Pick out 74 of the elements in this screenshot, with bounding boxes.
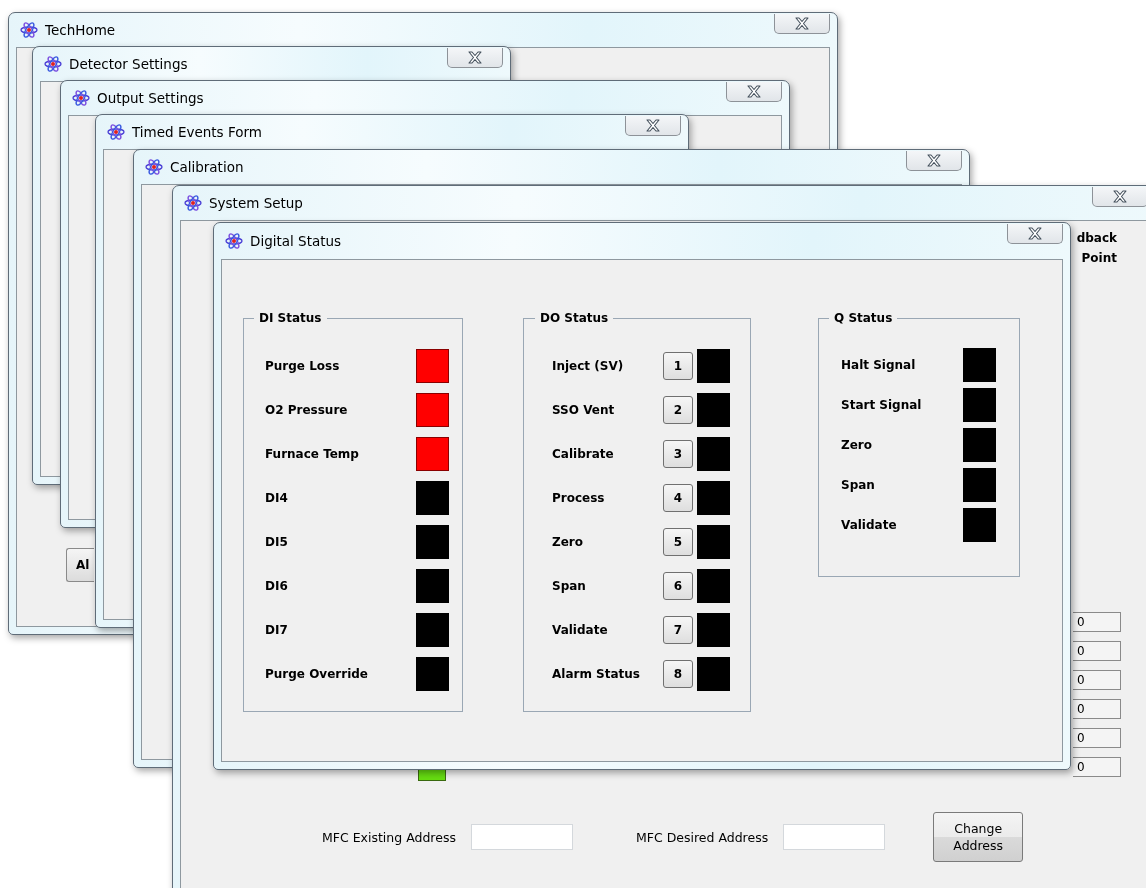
signal-label: Purge Override [265, 667, 369, 681]
window-title: TechHome [45, 22, 116, 38]
signal-label: Span [841, 478, 876, 492]
close-icon [1112, 190, 1128, 203]
output-button[interactable]: 4 [663, 484, 693, 512]
close-button[interactable] [774, 14, 830, 34]
group-title: DI Status [258, 311, 323, 325]
signal-label: DI7 [265, 623, 289, 637]
close-button[interactable] [726, 82, 782, 102]
signal-label: Alarm Status [552, 667, 641, 681]
group-title: DO Status [539, 311, 610, 325]
atom-icon [107, 123, 125, 141]
output-button[interactable]: 2 [663, 396, 693, 424]
signal-label: O2 Pressure [265, 403, 349, 417]
close-icon [794, 17, 810, 30]
atom-icon [72, 89, 90, 107]
signal-label: Validate [841, 518, 898, 532]
signal-label: Halt Signal [841, 358, 917, 372]
column-header: dback [1076, 230, 1117, 247]
close-icon [1027, 227, 1043, 240]
value-field[interactable]: 0 [1073, 612, 1121, 632]
close-icon [746, 85, 762, 98]
output-button[interactable]: 3 [663, 440, 693, 468]
signal-label: Process [552, 491, 606, 505]
atom-icon [145, 158, 163, 176]
close-icon [645, 119, 661, 132]
output-button[interactable]: 8 [663, 660, 693, 688]
push-button[interactable]: Al [66, 548, 94, 582]
close-button[interactable] [1092, 187, 1146, 207]
atom-icon [20, 21, 38, 39]
signal-label: Validate [552, 623, 609, 637]
output-button[interactable]: 6 [663, 572, 693, 600]
signal-label: Zero [841, 438, 873, 452]
window-title: Timed Events Form [132, 124, 262, 140]
close-button[interactable] [625, 116, 681, 136]
window-title: Output Settings [97, 90, 204, 106]
output-button[interactable]: 5 [663, 528, 693, 556]
signal-label: DI4 [265, 491, 289, 505]
value-field[interactable]: 0 [1073, 699, 1121, 719]
atom-icon [184, 194, 202, 212]
close-button[interactable] [1007, 224, 1063, 244]
close-icon [467, 51, 483, 64]
input-field[interactable] [783, 824, 886, 850]
signal-label: SSO Vent [552, 403, 616, 417]
value-field[interactable]: 0 [1073, 641, 1121, 661]
close-button[interactable] [447, 48, 503, 68]
value-field[interactable]: 0 [1073, 728, 1121, 748]
signal-label: Span [552, 579, 587, 593]
window-title: Calibration [170, 159, 244, 175]
signal-label: Furnace Temp [265, 447, 360, 461]
atom-icon [225, 232, 243, 250]
value-field[interactable]: 0 [1073, 757, 1121, 777]
window-title: Digital Status [250, 233, 342, 249]
value-field[interactable]: 0 [1073, 670, 1121, 690]
change-address-button[interactable]: Change Address [933, 812, 1024, 862]
signal-label: Calibrate [552, 447, 615, 461]
signal-label: DI6 [265, 579, 289, 593]
group-title: Q Status [833, 311, 894, 325]
atom-icon [44, 55, 62, 73]
column-header: Point [1081, 250, 1117, 267]
output-button[interactable]: 7 [663, 616, 693, 644]
signal-label: Purge Loss [265, 359, 341, 373]
field-label: MFC Existing Address [322, 829, 456, 845]
signal-label: Start Signal [841, 398, 923, 412]
input-field[interactable] [470, 824, 573, 850]
output-button[interactable]: 1 [663, 352, 693, 380]
signal-label: Zero [552, 535, 584, 549]
window-title: Detector Settings [69, 56, 188, 72]
signal-label: Inject (SV) [552, 359, 625, 373]
signal-label: DI5 [265, 535, 289, 549]
window-title: System Setup [209, 195, 303, 211]
close-button[interactable] [906, 151, 962, 171]
field-label: MFC Desired Address [635, 829, 769, 845]
close-icon [926, 154, 942, 167]
